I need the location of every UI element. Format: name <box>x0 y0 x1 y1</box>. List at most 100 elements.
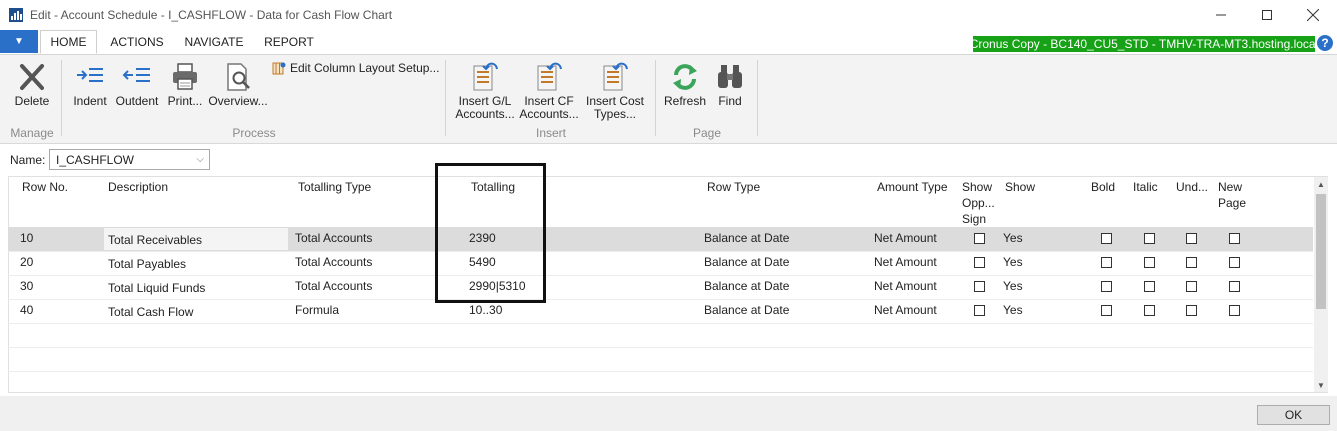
show-opposite-sign-checkbox[interactable] <box>974 257 985 268</box>
minimize-icon <box>1216 14 1226 16</box>
row-type-cell[interactable]: Balance at Date <box>704 303 789 317</box>
row-type-cell[interactable]: Balance at Date <box>704 255 789 269</box>
ok-button[interactable]: OK <box>1257 405 1330 425</box>
row-type-cell[interactable]: Balance at Date <box>704 231 789 245</box>
show-opp-line-3: Sign <box>962 212 987 226</box>
totalling-type-cell[interactable]: Total Accounts <box>295 255 372 269</box>
indent-icon <box>77 68 103 82</box>
italic-checkbox[interactable] <box>1144 305 1155 316</box>
overview-label: Overview... <box>208 94 268 108</box>
row-divider <box>8 323 1313 324</box>
description-cell[interactable]: Total Liquid Funds <box>108 281 205 295</box>
amount-type-cell[interactable]: Net Amount <box>874 279 937 293</box>
insert-gl-accounts-button[interactable]: Insert G/L Accounts... <box>452 60 518 121</box>
show-cell[interactable]: Yes <box>1003 255 1023 269</box>
new-page-line-2: Page <box>1218 196 1247 210</box>
italic-checkbox[interactable] <box>1144 233 1155 244</box>
totalling-type-cell[interactable]: Total Accounts <box>295 279 372 293</box>
table-row[interactable] <box>8 252 1313 276</box>
new-page-checkbox[interactable] <box>1229 305 1240 316</box>
totalling-cell[interactable]: 10..30 <box>469 303 502 317</box>
insert-cf-label-2: Accounts... <box>519 107 579 121</box>
overview-button[interactable]: Overview... <box>208 62 268 108</box>
column-header-underline[interactable]: Und... <box>1176 179 1208 195</box>
outdent-button[interactable]: Outdent <box>113 62 161 108</box>
find-button[interactable]: Find <box>712 62 748 108</box>
tab-actions[interactable]: ACTIONS <box>102 30 172 54</box>
delete-label: Delete <box>14 94 50 108</box>
underline-checkbox[interactable] <box>1186 233 1197 244</box>
app-icon <box>9 8 23 22</box>
show-opposite-sign-checkbox[interactable] <box>974 281 985 292</box>
amount-type-cell[interactable]: Net Amount <box>874 303 937 317</box>
new-page-checkbox[interactable] <box>1229 233 1240 244</box>
row-type-cell[interactable]: Balance at Date <box>704 279 789 293</box>
close-icon <box>1307 9 1319 21</box>
show-opposite-sign-checkbox[interactable] <box>974 233 985 244</box>
amount-type-cell[interactable]: Net Amount <box>874 255 937 269</box>
column-header-bold[interactable]: Bold <box>1091 179 1115 195</box>
row-no-cell[interactable]: 30 <box>20 279 33 293</box>
minimize-button[interactable] <box>1198 0 1244 30</box>
description-cell[interactable]: Total Cash Flow <box>108 305 193 319</box>
insert-cf-accounts-button[interactable]: Insert CF Accounts... <box>518 60 580 121</box>
application-menu-button[interactable]: ▼ <box>0 30 38 53</box>
show-cell[interactable]: Yes <box>1003 231 1023 245</box>
maximize-button[interactable] <box>1244 0 1290 30</box>
name-value: I_CASHFLOW <box>56 153 135 167</box>
amount-type-cell[interactable]: Net Amount <box>874 231 937 245</box>
new-page-checkbox[interactable] <box>1229 281 1240 292</box>
vertical-scrollbar[interactable]: ▲ ▼ <box>1314 177 1328 392</box>
totalling-type-cell[interactable]: Formula <box>295 303 339 317</box>
row-divider <box>8 371 1313 372</box>
totalling-type-cell[interactable]: Total Accounts <box>295 231 372 245</box>
show-opposite-sign-checkbox[interactable] <box>974 305 985 316</box>
row-no-cell[interactable]: 20 <box>20 255 33 269</box>
indent-button[interactable]: Indent <box>68 62 112 108</box>
insert-cost-types-button[interactable]: Insert Cost Types... <box>582 60 648 121</box>
italic-checkbox[interactable] <box>1144 257 1155 268</box>
column-header-show-opposite-sign[interactable]: Show Opp... Sign <box>962 179 995 227</box>
description-cell[interactable]: Total Payables <box>108 257 186 271</box>
bold-checkbox[interactable] <box>1101 257 1112 268</box>
refresh-button[interactable]: Refresh <box>662 62 708 108</box>
underline-checkbox[interactable] <box>1186 305 1197 316</box>
column-header-totalling-type[interactable]: Totalling Type <box>298 179 371 195</box>
bold-checkbox[interactable] <box>1101 281 1112 292</box>
bold-checkbox[interactable] <box>1101 305 1112 316</box>
show-opp-line-1: Show <box>962 180 993 194</box>
column-header-amount-type[interactable]: Amount Type <box>877 179 948 195</box>
column-header-row-type[interactable]: Row Type <box>707 179 760 195</box>
bold-checkbox[interactable] <box>1101 233 1112 244</box>
tab-report[interactable]: REPORT <box>258 30 320 54</box>
dropdown-arrow-icon: ▼ <box>14 36 24 47</box>
close-button[interactable] <box>1290 0 1336 30</box>
show-cell[interactable]: Yes <box>1003 303 1023 317</box>
scroll-down-icon[interactable]: ▼ <box>1314 378 1328 392</box>
scrollbar-thumb[interactable] <box>1316 194 1326 309</box>
row-no-cell[interactable]: 40 <box>20 303 33 317</box>
column-header-italic[interactable]: Italic <box>1133 179 1158 195</box>
edit-column-layout-button[interactable]: Edit Column Layout Setup... <box>272 60 439 76</box>
tab-home[interactable]: HOME <box>40 30 97 54</box>
column-header-description[interactable]: Description <box>108 179 168 195</box>
table-row[interactable] <box>8 300 1313 324</box>
description-cell[interactable]: Total Receivables <box>108 233 202 247</box>
insert-cost-label-2: Types... <box>593 107 637 121</box>
column-header-new-page[interactable]: New Page <box>1218 179 1246 211</box>
column-header-row-no[interactable]: Row No. <box>22 179 68 195</box>
row-no-cell[interactable]: 10 <box>20 231 33 245</box>
underline-checkbox[interactable] <box>1186 281 1197 292</box>
show-cell[interactable]: Yes <box>1003 279 1023 293</box>
name-dropdown[interactable]: I_CASHFLOW ⌵ <box>49 149 210 170</box>
italic-checkbox[interactable] <box>1144 281 1155 292</box>
new-page-checkbox[interactable] <box>1229 257 1240 268</box>
print-button[interactable]: Print... <box>164 62 206 108</box>
ribbon-separator <box>757 60 758 136</box>
tab-navigate[interactable]: NAVIGATE <box>177 30 251 54</box>
help-icon[interactable]: ? <box>1317 35 1333 51</box>
scroll-up-icon[interactable]: ▲ <box>1314 177 1328 191</box>
delete-button[interactable]: Delete <box>8 62 56 108</box>
column-header-show[interactable]: Show <box>1005 179 1035 195</box>
underline-checkbox[interactable] <box>1186 257 1197 268</box>
